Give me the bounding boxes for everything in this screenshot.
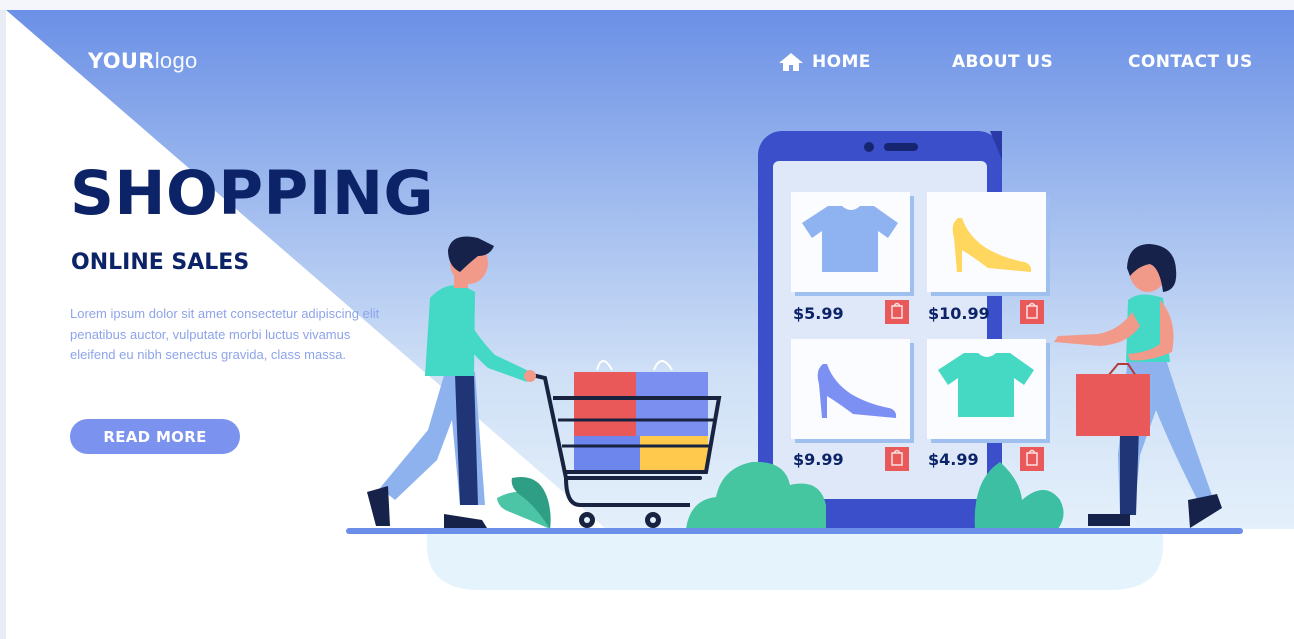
shopping-bag bbox=[574, 372, 644, 438]
add-to-cart-icon[interactable] bbox=[1020, 447, 1044, 471]
home-icon bbox=[779, 53, 803, 71]
product-price: $5.99 bbox=[793, 304, 844, 323]
add-to-cart-icon[interactable] bbox=[885, 300, 909, 324]
phone bbox=[758, 131, 1002, 531]
product-card-2 bbox=[927, 192, 1050, 296]
product-card-4 bbox=[927, 339, 1050, 443]
landing-page: YOURlogo HOME ABOUT US CONTACT US SHOPPI… bbox=[0, 0, 1294, 639]
product-card-1 bbox=[791, 192, 914, 296]
logo-bold-text: YOUR bbox=[88, 49, 155, 73]
product-price: $10.99 bbox=[928, 304, 990, 323]
read-more-button[interactable]: READ MORE bbox=[70, 419, 240, 454]
shopping-bag bbox=[574, 436, 640, 472]
hero-title: SHOPPING bbox=[70, 158, 435, 229]
product-price: $9.99 bbox=[793, 450, 844, 469]
product-card-3 bbox=[791, 339, 914, 443]
shopping-bag bbox=[636, 372, 708, 438]
shopping-bag bbox=[640, 436, 708, 472]
nav-home-label: HOME bbox=[812, 52, 871, 72]
hero-description: Lorem ipsum dolor sit amet consectetur a… bbox=[70, 306, 380, 363]
hero-subtitle: ONLINE SALES bbox=[71, 250, 250, 275]
nav-about-us[interactable]: ABOUT US bbox=[952, 52, 1053, 72]
logo-light-text: logo bbox=[154, 48, 198, 73]
brand-logo[interactable]: YOURlogo bbox=[88, 48, 198, 74]
phone-speaker bbox=[884, 143, 918, 151]
add-to-cart-icon[interactable] bbox=[1020, 300, 1044, 324]
ground-line bbox=[346, 528, 1243, 534]
shopping-cart bbox=[530, 360, 722, 528]
nav-contact-us[interactable]: CONTACT US bbox=[1128, 52, 1253, 72]
ground-pool bbox=[427, 531, 1163, 590]
man-figure bbox=[367, 236, 536, 528]
phone-camera bbox=[864, 142, 874, 152]
add-to-cart-icon[interactable] bbox=[885, 447, 909, 471]
product-price: $4.99 bbox=[928, 450, 979, 469]
shopping-bag bbox=[1076, 374, 1150, 436]
nav-home[interactable]: HOME bbox=[778, 52, 871, 72]
woman-figure bbox=[1054, 244, 1222, 528]
